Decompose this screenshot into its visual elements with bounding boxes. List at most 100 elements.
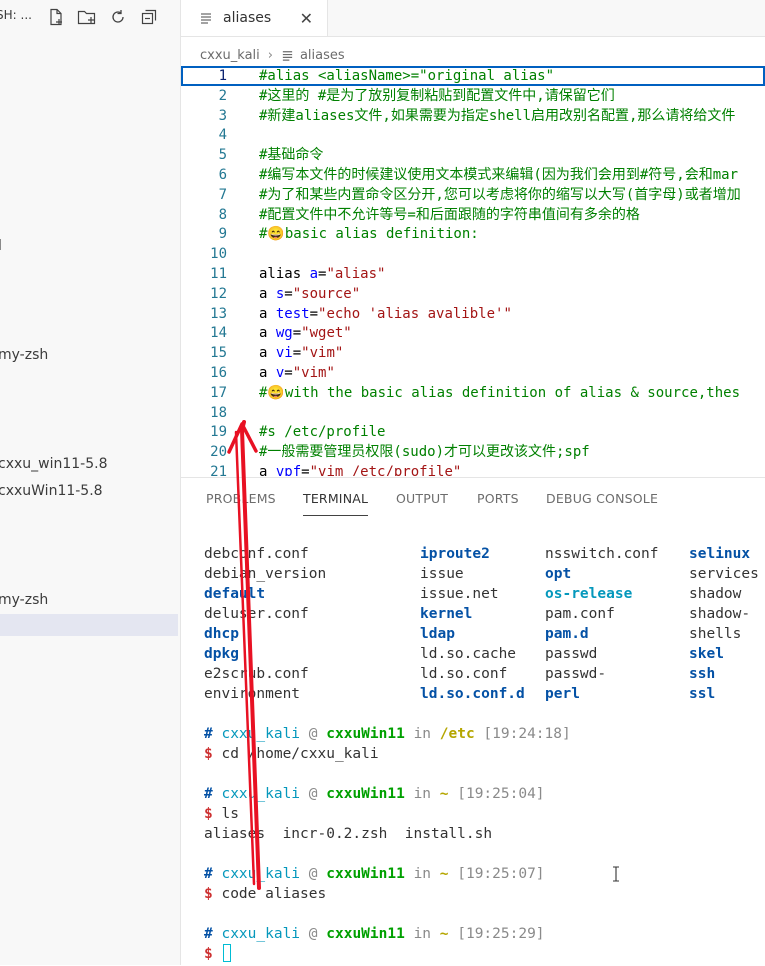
code-editor[interactable]: 1 #alias <aliasName>="original alias" 2 #这里… bbox=[181, 66, 765, 476]
bottom-panel: PROBLEMS TERMINAL OUTPUT PORTS DEBUG CON… bbox=[181, 477, 765, 966]
close-icon[interactable]: ✕ bbox=[300, 9, 313, 28]
prompt-dollar: $ bbox=[204, 746, 213, 762]
code-text: #alias <aliasName>="original alias" bbox=[259, 66, 554, 86]
command-line: $ cd /home/cxxu_kali bbox=[204, 744, 571, 764]
line-number: 21 bbox=[210, 464, 227, 476]
code-line[interactable]: 4 bbox=[181, 125, 765, 145]
prompt-path: /etc bbox=[439, 726, 475, 742]
code-line[interactable]: 8 #配置文件中不允许等号=和后面跟随的字符串值间有多余的格 bbox=[181, 205, 765, 225]
code-token: #😄basic alias definition: bbox=[259, 226, 479, 243]
code-line[interactable]: 15 a vi="vim" bbox=[181, 343, 765, 363]
code-token: #这里的 #是为了放别复制粘贴到配置文件中,请保留它们 bbox=[259, 87, 615, 104]
code-line[interactable]: 17 #😄with the basic alias definition of a… bbox=[181, 383, 765, 403]
tab-aliases[interactable]: aliases ✕ bbox=[181, 0, 328, 36]
command-line: $ code aliases bbox=[204, 884, 571, 904]
code-token: a bbox=[259, 305, 276, 322]
line-number: 16 bbox=[210, 365, 227, 381]
prompt-path: ~ bbox=[439, 786, 449, 802]
terminal-line: e2scrub.conf ld.so.conf passwd-ssh bbox=[204, 664, 715, 684]
code-line[interactable]: 3 #新建aliases文件,如果需要为指定shell启用改别名配置,那么请将给文… bbox=[181, 106, 765, 126]
collapse-all-icon[interactable] bbox=[137, 5, 161, 29]
code-token: "wget" bbox=[301, 325, 352, 342]
ls-entry: iproute2 bbox=[420, 546, 490, 562]
ls-entry: ldap bbox=[420, 626, 455, 642]
prompt-dollar: $ bbox=[204, 806, 213, 822]
tab-output[interactable]: OUTPUT bbox=[396, 491, 448, 506]
tree-item-selected[interactable] bbox=[0, 614, 178, 636]
tab-debug-console[interactable]: DEBUG CONSOLE bbox=[546, 491, 658, 506]
prompt-path: ~ bbox=[439, 926, 449, 942]
breadcrumb-file[interactable]: aliases bbox=[300, 48, 345, 63]
code-token: a bbox=[259, 365, 276, 381]
code-text: #😄basic alias definition: bbox=[259, 224, 479, 244]
tree-item[interactable]: l bbox=[0, 235, 2, 257]
line-number: 20 bbox=[210, 444, 227, 461]
code-line[interactable]: 7 #为了和某些内置命令区分开,您可以考虑将你的缩写以大写(首字母)或者增加 bbox=[181, 185, 765, 205]
terminal-blank bbox=[204, 904, 571, 924]
prompt-line: # cxxu_kali @ cxxuWin11 in ~ [19:25:29] bbox=[204, 924, 571, 944]
code-text: #这里的 #是为了放别复制粘贴到配置文件中,请保留它们 bbox=[259, 86, 615, 106]
tab-problems[interactable]: PROBLEMS bbox=[206, 491, 276, 506]
code-line[interactable]: 5 #基础命令 bbox=[181, 145, 765, 165]
prompt-path: ~ bbox=[439, 866, 449, 882]
line-number: 3 bbox=[218, 107, 227, 124]
prompt-hash: # bbox=[204, 786, 213, 802]
prompt-dollar: $ bbox=[204, 946, 213, 962]
breadcrumb-folder[interactable]: cxxu_kali bbox=[200, 48, 260, 63]
refresh-icon[interactable] bbox=[106, 5, 130, 29]
line-number: 14 bbox=[210, 325, 227, 342]
code-line[interactable]: 10 bbox=[181, 244, 765, 264]
tree-item[interactable]: my-zsh bbox=[0, 589, 48, 611]
code-text: a s="source" bbox=[259, 284, 360, 304]
new-file-icon[interactable] bbox=[44, 5, 68, 29]
ls-entry: nsswitch.conf bbox=[545, 546, 659, 562]
code-text: a v="vim" bbox=[259, 363, 335, 383]
code-line[interactable]: 19 #s /etc/profile bbox=[181, 422, 765, 442]
ls-entry: dpkg bbox=[204, 646, 239, 662]
code-line[interactable]: 12 a s="source" bbox=[181, 284, 765, 304]
code-text: #s /etc/profile bbox=[259, 422, 385, 442]
terminal-line: dpkg ld.so.cache passwd skel bbox=[204, 644, 724, 664]
new-folder-icon[interactable] bbox=[75, 5, 99, 29]
line-number: 18 bbox=[210, 404, 227, 421]
code-token: "echo 'alias avalible'" bbox=[318, 305, 512, 322]
terminal-output[interactable]: debconf.conf iproute2 nsswitch.conf selinux… bbox=[204, 544, 759, 964]
tree-item[interactable]: cxxu_win11-5.8 bbox=[0, 453, 107, 475]
prompt-time: [19:24:18] bbox=[483, 726, 571, 742]
ls-entry: deluser.conf bbox=[204, 606, 309, 622]
explorer-sidebar: SH: ... l my-zsh cxxu_win11-5.8 cxxuWin11-5… bbox=[0, 0, 181, 965]
code-line[interactable]: 13 a test="echo 'alias avalible'" bbox=[181, 304, 765, 324]
code-line[interactable]: 21 a vpf="vim /etc/profile" bbox=[181, 462, 765, 476]
code-line[interactable]: 18 bbox=[181, 403, 765, 423]
code-line[interactable]: 9 #😄basic alias definition: bbox=[181, 224, 765, 244]
ls-entry: os-release bbox=[545, 586, 633, 602]
tree-item[interactable]: my-zsh bbox=[0, 344, 48, 366]
terminal-blank bbox=[204, 844, 571, 864]
tree-item[interactable]: cxxuWin11-5.8 bbox=[0, 480, 103, 502]
ls-entry: dhcp bbox=[204, 626, 239, 642]
tab-terminal[interactable]: TERMINAL bbox=[303, 491, 369, 516]
code-token: #😄with the basic alias definition of ali… bbox=[259, 384, 741, 401]
code-line[interactable]: 2 #这里的 #是为了放别复制粘贴到配置文件中,请保留它们 bbox=[181, 86, 765, 106]
command-line: $ ls bbox=[204, 804, 571, 824]
code-token: a bbox=[259, 325, 276, 342]
code-token: = bbox=[292, 325, 302, 342]
terminal-line: deluser.conf kernel pam.conf shadow- bbox=[204, 604, 750, 624]
code-line[interactable]: 20 #一般需要管理员权限(sudo)才可以更改该文件;spf bbox=[181, 442, 765, 462]
code-line[interactable]: 16 a v="vim" bbox=[181, 363, 765, 383]
ls-entry: opt bbox=[545, 566, 572, 582]
explorer-actions bbox=[44, 5, 161, 29]
line-number: 19 bbox=[210, 424, 227, 441]
tab-ports[interactable]: PORTS bbox=[477, 491, 519, 506]
code-token: "vim" bbox=[292, 365, 335, 381]
code-line[interactable]: 11 alias a="alias" bbox=[181, 264, 765, 284]
code-line[interactable]: 14 a wg="wget" bbox=[181, 323, 765, 343]
prompt-time: [19:25:29] bbox=[457, 926, 545, 942]
ls-entry: ld.so.conf bbox=[420, 666, 508, 682]
code-token: #基础命令 bbox=[259, 147, 324, 164]
code-text: #新建aliases文件,如果需要为指定shell启用改别名配置,那么请将给文件 bbox=[259, 106, 735, 126]
terminal-line: default issue.net os-release shadow bbox=[204, 584, 741, 604]
code-text: alias a="alias" bbox=[259, 264, 385, 284]
code-line[interactable]: 6 #编写本文件的时候建议使用文本模式来编辑(因为我们会用到#符号,会和mar bbox=[181, 165, 765, 185]
code-line[interactable]: 1 #alias <aliasName>="original alias" bbox=[181, 66, 765, 86]
